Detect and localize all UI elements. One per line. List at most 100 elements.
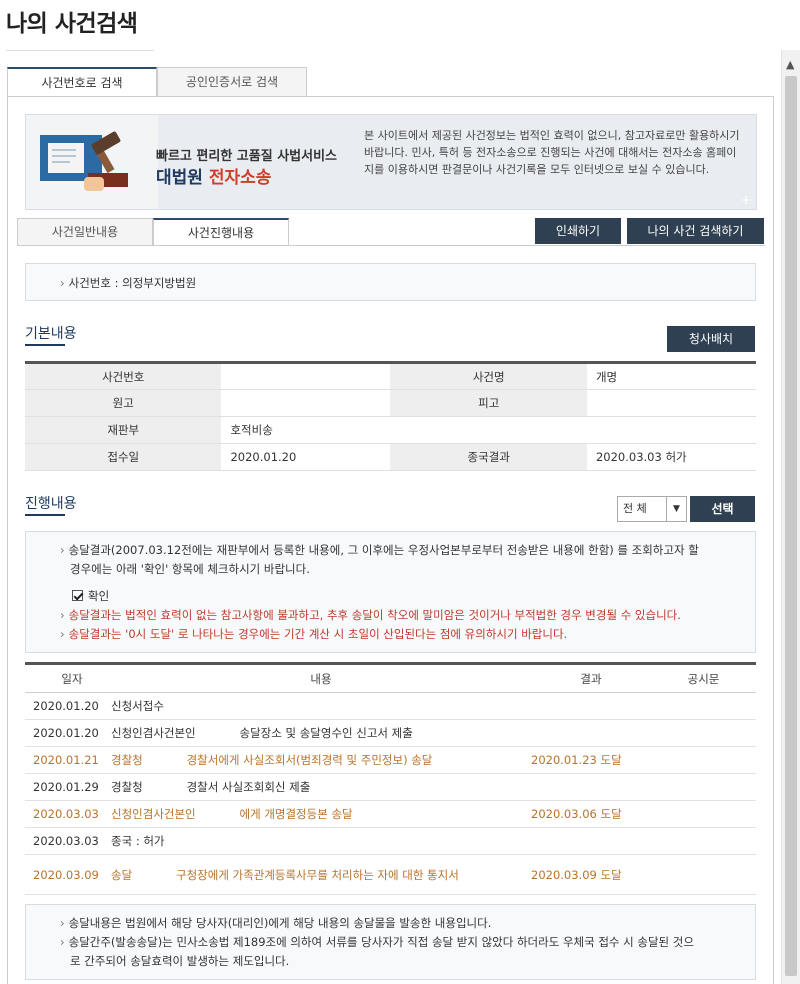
row-notice <box>651 854 756 895</box>
row-notice <box>651 746 756 774</box>
page-title: 나의 사건검색 <box>6 11 138 37</box>
confirm-checkbox-label: 확인 <box>88 589 110 603</box>
table-row: 원고 피고 <box>25 389 756 417</box>
tab-case-progress[interactable]: 사건진행내용 <box>153 218 289 246</box>
row-date: 2020.01.29 <box>25 773 111 801</box>
label-plaintiff: 원고 <box>25 389 222 417</box>
my-case-search-button[interactable]: 나의 사건 검색하기 <box>627 218 764 244</box>
banner-headline: 빠르고 편리한 고품질 사법서비스 <box>156 149 338 164</box>
row-date: 2020.01.20 <box>25 692 111 720</box>
info-line: 송달내용은 법원에서 해당 당사자(대리인)에게 해당 내용의 송달물을 발송한… <box>60 914 492 932</box>
case-number-box: 사건번호 : 의정부지방법원 <box>25 263 756 301</box>
row-content: 경찰청 경찰서 사실조회회신 제출 <box>111 773 531 801</box>
row-result: 2020.03.09 도달 <box>531 854 651 895</box>
info-line: 로 간주되어 송달효력이 발생하는 제도입니다. <box>70 954 290 968</box>
search-method-tabs: 사건번호로 검색 공인인증서로 검색 <box>7 67 307 97</box>
col-date: 일자 <box>25 663 111 693</box>
basic-info-title: 기본내용 <box>25 326 77 342</box>
tabs-divider <box>7 96 774 97</box>
label-division: 재판부 <box>25 416 222 444</box>
case-number-text: 사건번호 : 의정부지방법원 <box>60 276 196 290</box>
banner-brand-court: 대법원 <box>156 168 209 188</box>
table-row: 사건번호 사건명 개명 <box>25 362 756 390</box>
col-content: 내용 <box>111 663 531 693</box>
court-gavel-icon <box>26 115 158 209</box>
table-header-row: 일자 내용 결과 공시문 <box>25 663 756 693</box>
row-notice <box>651 719 756 747</box>
scrollbar-thumb[interactable] <box>785 76 797 976</box>
courtroom-assignment-button[interactable]: 청사배치 <box>667 326 755 352</box>
notice-line: 송달결과(2007.03.12전에는 재판부에서 등록한 내용에, 그 이후에는… <box>60 541 699 559</box>
row-content: 신청서접수 <box>111 692 531 720</box>
notice-line: 경우에는 아래 '확인' 항목에 체크하시기 바랍니다. <box>70 562 310 576</box>
row-notice <box>651 827 756 855</box>
row-result <box>531 773 651 801</box>
tab-case-general[interactable]: 사건일반내용 <box>17 218 153 246</box>
value-received-date: 2020.01.20 <box>221 443 391 471</box>
value-final-result: 2020.03.03 허가 <box>586 443 756 471</box>
col-public-notice: 공시문 <box>651 663 756 693</box>
progress-table: 일자 내용 결과 공시문 2020.01.20 신청서접수 2020.01.20… <box>25 662 756 895</box>
print-button[interactable]: 인쇄하기 <box>535 218 621 244</box>
row-result <box>531 827 651 855</box>
row-content: 신청인겸사건본인 에게 개명결정등본 송달 <box>111 800 531 828</box>
tab-search-by-case-number[interactable]: 사건번호로 검색 <box>7 67 157 97</box>
value-division: 호적비송 <box>221 416 391 444</box>
row-content: 신청인겸사건본인 송달장소 및 송달영수인 신고서 제출 <box>111 719 531 747</box>
row-date: 2020.03.03 <box>25 827 111 855</box>
table-row: 2020.01.20 신청서접수 <box>25 692 756 720</box>
table-row: 2020.03.03 종국 : 허가 <box>25 827 756 855</box>
row-result: 2020.03.06 도달 <box>531 800 651 828</box>
case-detail-tabs: 사건일반내용 사건진행내용 <box>17 218 289 246</box>
value-empty <box>586 416 756 444</box>
chevron-down-icon[interactable]: ▼ <box>666 497 686 521</box>
progress-filter-select[interactable]: 전 체 ▼ <box>617 496 687 522</box>
row-content: 송달 구청장에게 가족관계등록사무를 처리하는 자에 대한 통지서 <box>111 854 531 895</box>
row-date: 2020.01.20 <box>25 719 111 747</box>
notice-warning: 송달결과는 '0시 도달' 로 나타나는 경우에는 기간 계산 시 초일이 산입… <box>60 625 568 643</box>
banner-brand-ecourt: 전자소송 <box>208 168 272 188</box>
value-case-name: 개명 <box>586 362 756 390</box>
label-case-name: 사건명 <box>390 362 587 390</box>
confirm-checkbox[interactable] <box>72 590 83 601</box>
basic-info-table: 사건번호 사건명 개명 원고 피고 재판부 호적비송 접수일 2020.01.2… <box>25 361 756 471</box>
confirm-checkbox-row[interactable]: 확인 <box>72 587 109 605</box>
table-row: 재판부 호적비송 <box>25 416 756 444</box>
scroll-up-icon[interactable]: ▲ <box>786 58 794 71</box>
row-date: 2020.03.09 <box>25 854 111 895</box>
banner-brand: 대법원 전자소송 <box>156 163 271 188</box>
label-defendant: 피고 <box>390 389 587 417</box>
plus-icon[interactable]: + <box>741 193 751 207</box>
row-date: 2020.03.03 <box>25 800 111 828</box>
delivery-info-box: 송달내용은 법원에서 해당 당사자(대리인)에게 해당 내용의 송달물을 발송한… <box>25 904 756 980</box>
table-row: 2020.01.29 경찰청 경찰서 사실조회회신 제출 <box>25 773 756 801</box>
scrollbar[interactable]: ▲ <box>781 50 800 984</box>
progress-title: 진행내용 <box>25 496 77 512</box>
progress-filter-value: 전 체 <box>623 502 647 515</box>
ecourt-banner[interactable]: 빠르고 편리한 고품질 사법서비스 대법원 전자소송 본 사이트에서 제공된 사… <box>25 114 757 210</box>
row-result <box>531 719 651 747</box>
banner-description: 본 사이트에서 제공된 사건정보는 법적인 효력이 없으니, 참고자료로만 활용… <box>364 129 740 176</box>
row-notice <box>651 773 756 801</box>
table-row: 2020.03.03 신청인겸사건본인 에게 개명결정등본 송달 2020.03… <box>25 800 756 828</box>
table-row: 2020.01.20 신청인겸사건본인 송달장소 및 송달영수인 신고서 제출 <box>25 719 756 747</box>
notice-warning: 송달결과는 법적인 효력이 없는 참고사항에 불과하고, 추후 송달이 착오에 … <box>60 606 681 624</box>
col-result: 결과 <box>531 663 651 693</box>
row-date: 2020.01.21 <box>25 746 111 774</box>
section-underline <box>25 514 65 516</box>
value-case-number <box>221 362 391 390</box>
row-notice <box>651 800 756 828</box>
tab-search-by-certificate[interactable]: 공인인증서로 검색 <box>157 67 307 97</box>
title-divider <box>6 50 154 51</box>
table-row: 2020.03.09 송달 구청장에게 가족관계등록사무를 처리하는 자에 대한… <box>25 854 756 895</box>
value-plaintiff <box>221 389 391 417</box>
label-final-result: 종국결과 <box>390 443 587 471</box>
table-row: 접수일 2020.01.20 종국결과 2020.03.03 허가 <box>25 443 756 471</box>
select-button[interactable]: 선택 <box>690 496 755 522</box>
row-result <box>531 692 651 720</box>
row-content: 종국 : 허가 <box>111 827 531 855</box>
row-notice <box>651 692 756 720</box>
label-empty <box>390 416 587 444</box>
delivery-notice-box: 송달결과(2007.03.12전에는 재판부에서 등록한 내용에, 그 이후에는… <box>25 531 756 653</box>
row-result: 2020.01.23 도달 <box>531 746 651 774</box>
